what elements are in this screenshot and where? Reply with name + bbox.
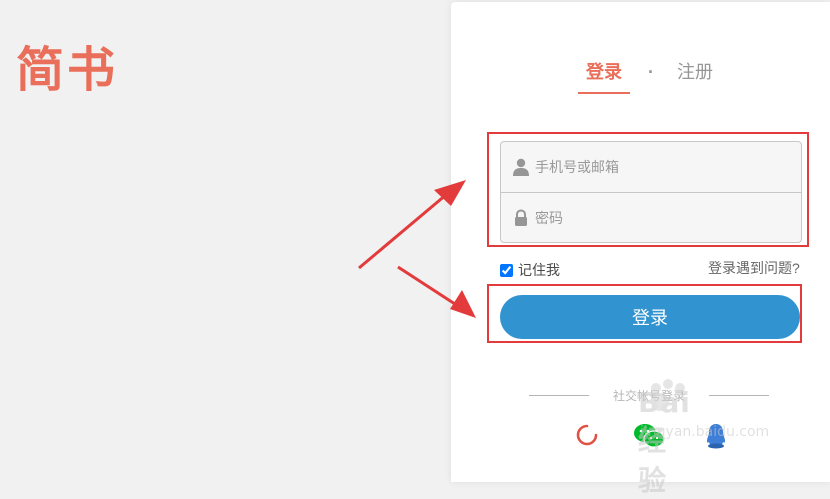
social-login-divider: 社交帐号登录 — [529, 386, 769, 406]
arrow-to-inputs — [358, 180, 466, 270]
login-panel: 登录 · 注册 记住我 登录遇到问题? — [451, 2, 830, 482]
tab-login[interactable]: 登录 — [578, 60, 630, 94]
login-trouble-link[interactable]: 登录遇到问题? — [708, 258, 800, 278]
username-row — [501, 142, 801, 192]
remember-checkbox[interactable] — [500, 263, 513, 277]
username-input[interactable] — [535, 142, 785, 192]
wechat-icon[interactable] — [633, 422, 665, 455]
qq-icon[interactable] — [704, 422, 728, 455]
divider-line — [709, 395, 769, 396]
user-icon — [513, 158, 529, 176]
remember-me[interactable]: 记住我 — [500, 260, 560, 280]
credentials-group — [500, 141, 802, 243]
jianshu-logo: 简书 — [16, 42, 119, 98]
tab-register[interactable]: 注册 — [677, 60, 713, 84]
weibo-icon[interactable] — [574, 422, 600, 453]
auth-tabs: 登录 · 注册 — [451, 60, 830, 94]
login-button[interactable]: 登录 — [500, 295, 800, 339]
password-input[interactable] — [535, 193, 785, 242]
lock-icon — [513, 209, 529, 227]
password-row — [501, 192, 801, 242]
remember-label: 记住我 — [518, 262, 560, 278]
tab-separator: · — [648, 62, 654, 82]
